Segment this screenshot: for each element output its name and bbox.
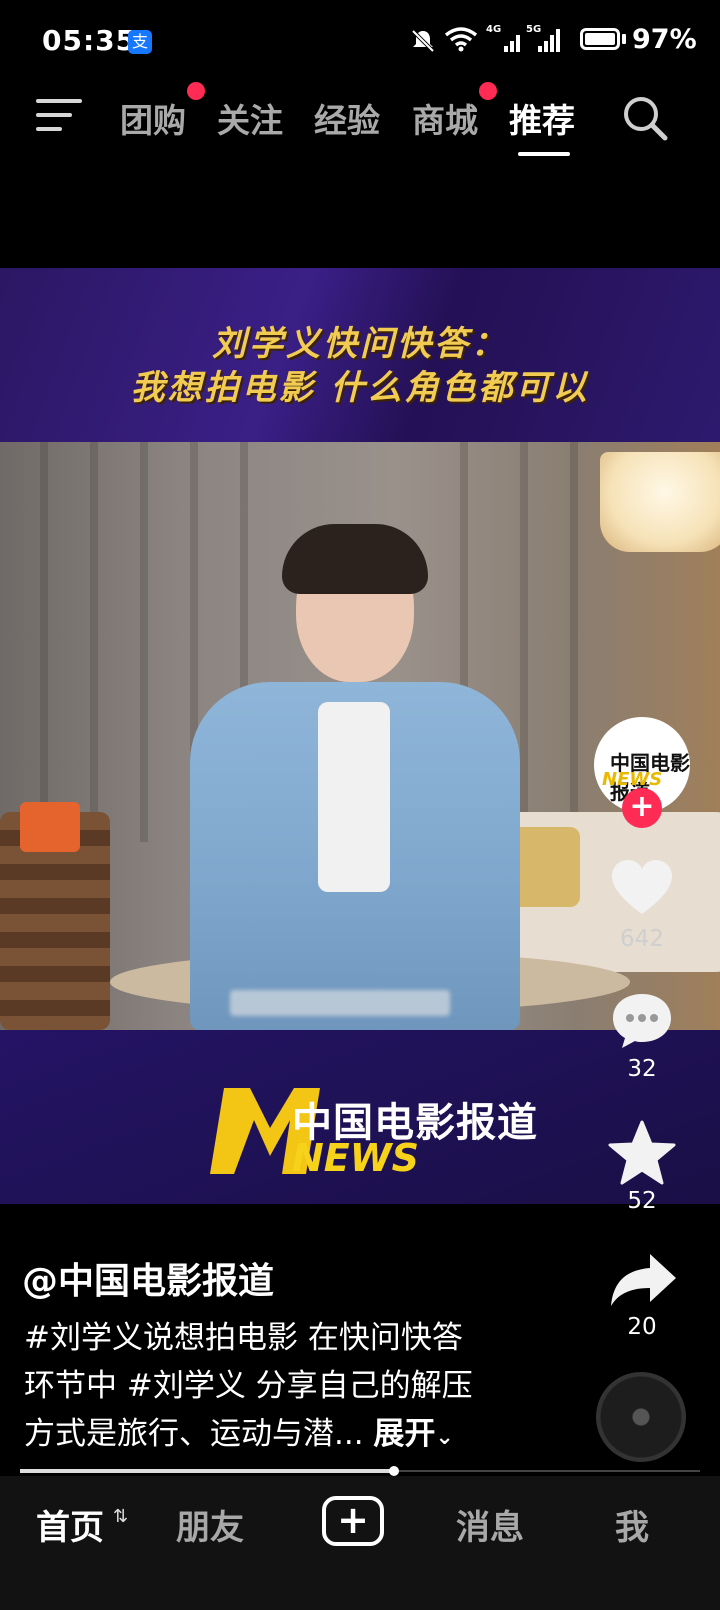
author-name[interactable]: @中国电影报道	[22, 1252, 274, 1304]
headline-line2: 我想拍电影 什么角色都可以	[130, 368, 590, 408]
like-count: 642	[620, 926, 664, 952]
menu-icon[interactable]	[36, 97, 82, 133]
person-hair	[282, 524, 428, 594]
status-bar: 05:35 支 4G 5G 97%	[0, 0, 720, 80]
clock: 05:35	[42, 24, 137, 57]
music-disc-icon[interactable]	[596, 1372, 686, 1462]
caption-line3-text: 方式是旅行、运动与潜...	[24, 1416, 364, 1452]
headline-line1: 刘学义快问快答：	[212, 324, 508, 364]
comment-icon[interactable]	[610, 990, 674, 1050]
share-arrow-icon[interactable]	[608, 1250, 678, 1308]
wifi-icon	[444, 27, 478, 52]
video-title-banner: 刘学义快问快答： 我想拍电影 什么角色都可以	[0, 268, 720, 442]
nav-friends[interactable]: 朋友	[176, 1500, 244, 1549]
follow-button[interactable]: +	[622, 788, 662, 828]
radio	[20, 802, 80, 852]
like-heart-icon[interactable]	[610, 858, 674, 918]
blurred-subtitle	[230, 990, 450, 1016]
favorite-star-icon[interactable]	[608, 1120, 676, 1186]
favorite-count: 52	[627, 1188, 657, 1214]
tab-recommended[interactable]: 推荐	[509, 94, 575, 142]
nav-messages[interactable]: 消息	[456, 1500, 524, 1549]
tab-following[interactable]: 关注	[217, 94, 283, 142]
search-icon[interactable]	[622, 95, 668, 141]
progress-fill	[20, 1469, 394, 1473]
create-post-button[interactable]: +	[322, 1496, 384, 1546]
progress-handle[interactable]	[389, 1466, 399, 1476]
tab-mall-badge	[479, 82, 497, 100]
logo-news: NEWS	[292, 1136, 420, 1180]
nav-home[interactable]: 首页	[36, 1500, 104, 1549]
active-tab-indicator	[518, 152, 570, 156]
channel-logo: 中国电影报道 NEWS	[200, 1068, 560, 1188]
person-undershirt	[318, 702, 390, 892]
caption-line1: #刘学义说想拍电影 在快问快答	[24, 1320, 463, 1356]
switch-arrows-icon[interactable]: ⇅	[113, 1506, 128, 1527]
share-count: 20	[627, 1314, 657, 1340]
caption-line3: 方式是旅行、运动与潜... 展开⌄	[24, 1408, 454, 1453]
tab-experience[interactable]: 经验	[314, 94, 380, 142]
tab-group-buy-badge	[187, 82, 205, 100]
tab-group-buy[interactable]: 团购	[120, 94, 186, 142]
avatar-news: NEWS	[602, 769, 663, 790]
alipay-icon: 支	[128, 30, 152, 54]
lamp	[600, 452, 720, 552]
caption-line2: 环节中 #刘学义 分享自己的解压	[24, 1368, 473, 1404]
battery-icon	[580, 28, 620, 50]
bell-muted-icon	[411, 29, 435, 53]
expand-button[interactable]: 展开⌄	[373, 1416, 453, 1452]
comment-count: 32	[627, 1056, 657, 1082]
tab-mall[interactable]: 商城	[412, 94, 478, 142]
chevron-down-icon: ⌄	[435, 1425, 454, 1450]
expand-label: 展开	[373, 1416, 436, 1452]
battery-percent: 97%	[632, 24, 697, 55]
battery-tip	[622, 34, 626, 44]
nav-me[interactable]: 我	[615, 1500, 649, 1549]
